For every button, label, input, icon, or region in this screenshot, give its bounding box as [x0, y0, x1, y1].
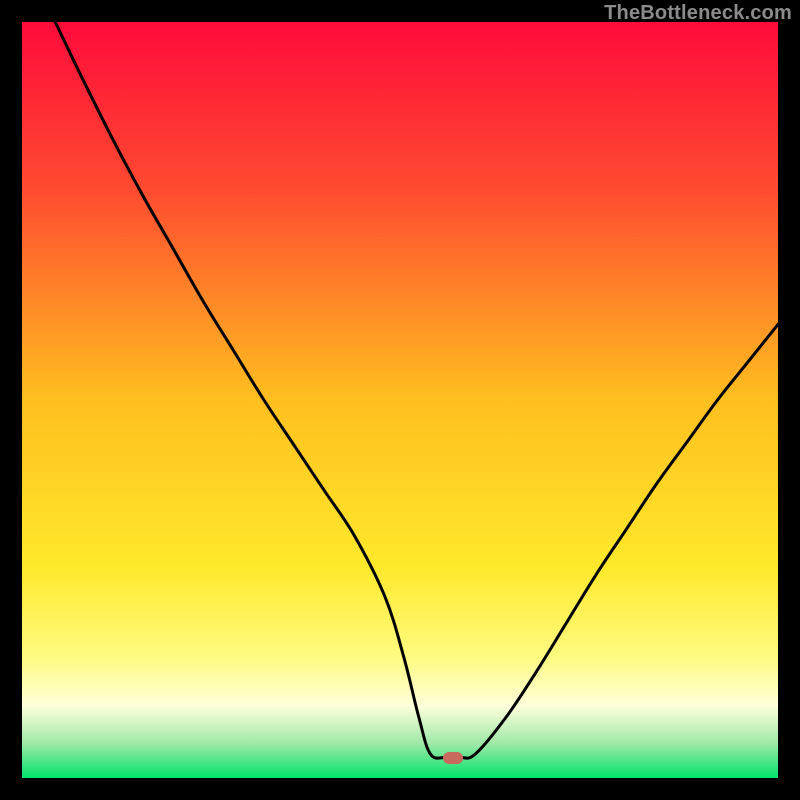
bottleneck-curve [22, 22, 778, 778]
plot-area [22, 22, 778, 778]
chart-frame: TheBottleneck.com [0, 0, 800, 800]
optimal-point-marker [443, 752, 463, 764]
